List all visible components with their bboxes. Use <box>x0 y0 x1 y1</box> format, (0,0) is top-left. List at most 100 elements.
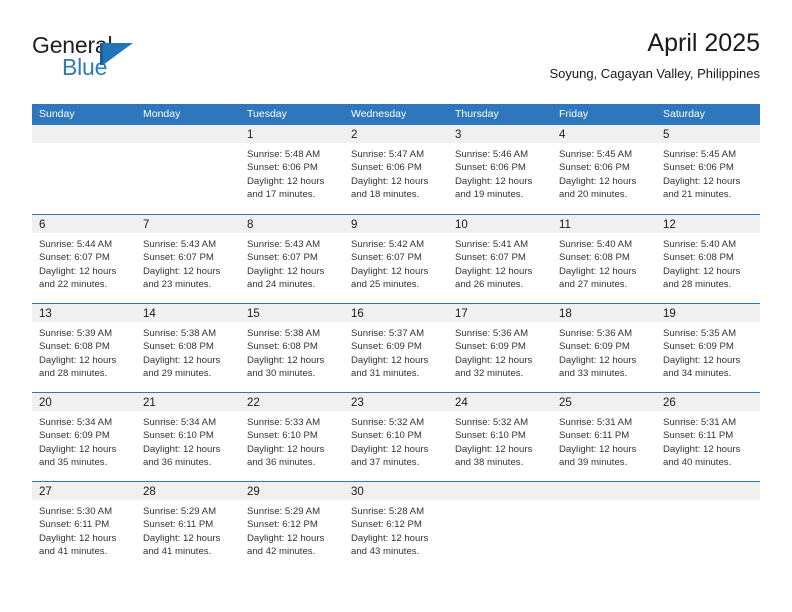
day-number-band: 26 <box>656 393 760 411</box>
day-number: 19 <box>663 308 676 320</box>
day-number: 24 <box>455 397 468 409</box>
day-info: Sunrise: 5:43 AM Sunset: 6:07 PM Dayligh… <box>240 233 344 291</box>
day-number-band <box>448 482 552 500</box>
day-cell[interactable]: 22 Sunrise: 5:33 AM Sunset: 6:10 PM Dayl… <box>240 393 344 481</box>
day-cell[interactable]: 21 Sunrise: 5:34 AM Sunset: 6:10 PM Dayl… <box>136 393 240 481</box>
day-info: Sunrise: 5:47 AM Sunset: 6:06 PM Dayligh… <box>344 143 448 201</box>
day-cell[interactable]: 3 Sunrise: 5:46 AM Sunset: 6:06 PM Dayli… <box>448 125 552 214</box>
sunset-text: Sunset: 6:10 PM <box>351 430 422 442</box>
week-row: 13 Sunrise: 5:39 AM Sunset: 6:08 PM Dayl… <box>32 303 760 392</box>
daylight-text-line2: and 35 minutes. <box>39 456 108 468</box>
sunset-text: Sunset: 6:08 PM <box>39 341 110 353</box>
daylight-text-line1: Daylight: 12 hours <box>351 532 429 544</box>
day-number-band: 22 <box>240 393 344 411</box>
day-cell[interactable]: 24 Sunrise: 5:32 AM Sunset: 6:10 PM Dayl… <box>448 393 552 481</box>
sunset-text: Sunset: 6:07 PM <box>351 252 422 264</box>
day-number: 22 <box>247 397 260 409</box>
daylight-text-line2: and 24 minutes. <box>247 278 316 290</box>
day-cell[interactable]: 7 Sunrise: 5:43 AM Sunset: 6:07 PM Dayli… <box>136 215 240 303</box>
daylight-text-line1: Daylight: 12 hours <box>143 443 221 455</box>
day-cell[interactable]: 18 Sunrise: 5:36 AM Sunset: 6:09 PM Dayl… <box>552 304 656 392</box>
daylight-text-line2: and 18 minutes. <box>351 188 420 200</box>
daylight-text-line2: and 20 minutes. <box>559 188 628 200</box>
day-cell[interactable]: 27 Sunrise: 5:30 AM Sunset: 6:11 PM Dayl… <box>32 482 136 570</box>
sunset-text: Sunset: 6:06 PM <box>455 162 526 174</box>
weekday-header-sunday: Sunday <box>39 108 75 120</box>
day-number-band: 4 <box>552 125 656 143</box>
day-cell[interactable]: 9 Sunrise: 5:42 AM Sunset: 6:07 PM Dayli… <box>344 215 448 303</box>
title-block: April 2025 Soyung, Cagayan Valley, Phili… <box>549 28 760 83</box>
day-cell <box>552 482 656 570</box>
day-number-band: 30 <box>344 482 448 500</box>
sunrise-text: Sunrise: 5:39 AM <box>39 328 113 339</box>
day-cell[interactable]: 19 Sunrise: 5:35 AM Sunset: 6:09 PM Dayl… <box>656 304 760 392</box>
sunrise-text: Sunrise: 5:45 AM <box>559 149 633 160</box>
day-info <box>136 143 240 148</box>
day-info: Sunrise: 5:34 AM Sunset: 6:09 PM Dayligh… <box>32 411 136 469</box>
day-cell[interactable]: 12 Sunrise: 5:40 AM Sunset: 6:08 PM Dayl… <box>656 215 760 303</box>
day-number-band <box>32 125 136 143</box>
sunrise-text: Sunrise: 5:44 AM <box>39 239 113 250</box>
day-info: Sunrise: 5:42 AM Sunset: 6:07 PM Dayligh… <box>344 233 448 291</box>
day-number: 20 <box>39 397 52 409</box>
day-info: Sunrise: 5:32 AM Sunset: 6:10 PM Dayligh… <box>448 411 552 469</box>
sunrise-text: Sunrise: 5:34 AM <box>143 417 217 428</box>
weekday-header-thursday: Thursday <box>455 108 499 120</box>
day-cell <box>656 482 760 570</box>
sunset-text: Sunset: 6:11 PM <box>39 519 110 531</box>
day-cell[interactable]: 30 Sunrise: 5:28 AM Sunset: 6:12 PM Dayl… <box>344 482 448 570</box>
day-cell[interactable]: 13 Sunrise: 5:39 AM Sunset: 6:08 PM Dayl… <box>32 304 136 392</box>
day-cell[interactable]: 14 Sunrise: 5:38 AM Sunset: 6:08 PM Dayl… <box>136 304 240 392</box>
day-info: Sunrise: 5:29 AM Sunset: 6:11 PM Dayligh… <box>136 500 240 558</box>
day-cell[interactable]: 23 Sunrise: 5:32 AM Sunset: 6:10 PM Dayl… <box>344 393 448 481</box>
daylight-text-line1: Daylight: 12 hours <box>559 265 637 277</box>
page-title: April 2025 <box>647 29 760 57</box>
day-number-band: 2 <box>344 125 448 143</box>
day-number: 17 <box>455 308 468 320</box>
day-cell[interactable]: 1 Sunrise: 5:48 AM Sunset: 6:06 PM Dayli… <box>240 125 344 214</box>
daylight-text-line2: and 33 minutes. <box>559 367 628 379</box>
daylight-text-line1: Daylight: 12 hours <box>39 265 117 277</box>
day-cell[interactable]: 26 Sunrise: 5:31 AM Sunset: 6:11 PM Dayl… <box>656 393 760 481</box>
day-cell[interactable]: 15 Sunrise: 5:38 AM Sunset: 6:08 PM Dayl… <box>240 304 344 392</box>
daylight-text-line1: Daylight: 12 hours <box>455 265 533 277</box>
week-row: 20 Sunrise: 5:34 AM Sunset: 6:09 PM Dayl… <box>32 392 760 481</box>
day-cell[interactable]: 25 Sunrise: 5:31 AM Sunset: 6:11 PM Dayl… <box>552 393 656 481</box>
daylight-text-line2: and 31 minutes. <box>351 367 420 379</box>
day-cell[interactable]: 17 Sunrise: 5:36 AM Sunset: 6:09 PM Dayl… <box>448 304 552 392</box>
day-cell[interactable]: 20 Sunrise: 5:34 AM Sunset: 6:09 PM Dayl… <box>32 393 136 481</box>
day-cell[interactable]: 2 Sunrise: 5:47 AM Sunset: 6:06 PM Dayli… <box>344 125 448 214</box>
sunrise-text: Sunrise: 5:36 AM <box>455 328 529 339</box>
brand-logo[interactable]: General Blue <box>32 32 212 88</box>
sunset-text: Sunset: 6:11 PM <box>663 430 734 442</box>
day-cell[interactable]: 28 Sunrise: 5:29 AM Sunset: 6:11 PM Dayl… <box>136 482 240 570</box>
daylight-text-line1: Daylight: 12 hours <box>559 354 637 366</box>
daylight-text-line2: and 25 minutes. <box>351 278 420 290</box>
day-number-band <box>656 482 760 500</box>
day-cell[interactable]: 16 Sunrise: 5:37 AM Sunset: 6:09 PM Dayl… <box>344 304 448 392</box>
day-cell[interactable]: 5 Sunrise: 5:45 AM Sunset: 6:06 PM Dayli… <box>656 125 760 214</box>
daylight-text-line2: and 37 minutes. <box>351 456 420 468</box>
day-cell[interactable]: 8 Sunrise: 5:43 AM Sunset: 6:07 PM Dayli… <box>240 215 344 303</box>
sunset-text: Sunset: 6:10 PM <box>455 430 526 442</box>
daylight-text-line1: Daylight: 12 hours <box>247 443 325 455</box>
day-cell[interactable]: 6 Sunrise: 5:44 AM Sunset: 6:07 PM Dayli… <box>32 215 136 303</box>
weekday-header-wednesday: Wednesday <box>351 108 407 120</box>
day-cell[interactable]: 11 Sunrise: 5:40 AM Sunset: 6:08 PM Dayl… <box>552 215 656 303</box>
sunrise-text: Sunrise: 5:41 AM <box>455 239 529 250</box>
sunrise-text: Sunrise: 5:40 AM <box>559 239 633 250</box>
sunset-text: Sunset: 6:08 PM <box>559 252 630 264</box>
day-number: 2 <box>351 129 358 141</box>
sunset-text: Sunset: 6:06 PM <box>247 162 318 174</box>
sunset-text: Sunset: 6:07 PM <box>247 252 318 264</box>
day-info: Sunrise: 5:43 AM Sunset: 6:07 PM Dayligh… <box>136 233 240 291</box>
sunrise-text: Sunrise: 5:32 AM <box>351 417 425 428</box>
day-cell[interactable]: 10 Sunrise: 5:41 AM Sunset: 6:07 PM Dayl… <box>448 215 552 303</box>
day-cell[interactable]: 29 Sunrise: 5:29 AM Sunset: 6:12 PM Dayl… <box>240 482 344 570</box>
daylight-text-line1: Daylight: 12 hours <box>247 265 325 277</box>
sunrise-text: Sunrise: 5:32 AM <box>455 417 529 428</box>
day-number: 18 <box>559 308 572 320</box>
day-number: 14 <box>143 308 156 320</box>
sunset-text: Sunset: 6:09 PM <box>559 341 630 353</box>
day-cell[interactable]: 4 Sunrise: 5:45 AM Sunset: 6:06 PM Dayli… <box>552 125 656 214</box>
